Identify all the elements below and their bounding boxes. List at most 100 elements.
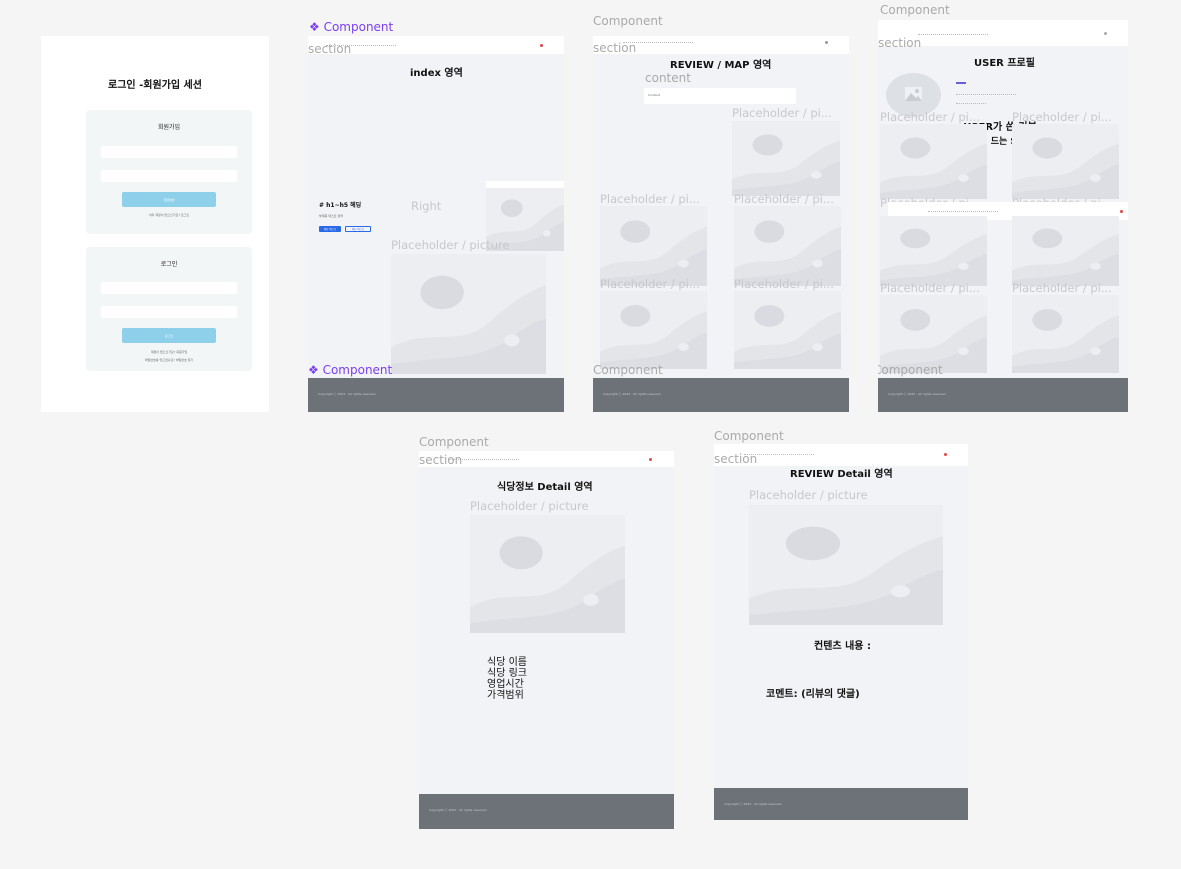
- pin-icon[interactable]: [649, 458, 652, 461]
- index-footer: Copyright ⓒ 2023 · All rights reserved: [308, 378, 564, 412]
- placeholder-image: [880, 295, 987, 373]
- login-field-1[interactable]: [101, 282, 237, 294]
- user-footer: Copyright ⓒ 2023 · All rights reserved: [878, 378, 1128, 412]
- index-frame: section index 영역 # h1~h5 헤딩 부제목 텍스트 영역 버…: [308, 36, 564, 412]
- pin-icon[interactable]: [540, 44, 543, 47]
- placeholder-image: [880, 124, 987, 199]
- placeholder-image: [734, 206, 841, 286]
- review-detail-title: REVIEW Detail 영역: [790, 469, 893, 480]
- footer-text: Copyright ⓒ 2023 · All rights reserved: [429, 808, 487, 812]
- review-map-footer: Copyright ⓒ 2023 · All rights reserved: [593, 378, 849, 412]
- placeholder-image: [880, 216, 987, 286]
- login-frame: 로그인 -회원가입 세션 회원가입 계정생성 이미 계정이 있으신가요? 로그인…: [41, 36, 269, 412]
- hero-heading: # h1~h5 헤딩: [319, 202, 362, 209]
- signup-note[interactable]: 이미 계정이 있으신가요? 로그인: [86, 213, 252, 217]
- login-field-2[interactable]: [101, 306, 237, 318]
- nav-links[interactable]: [928, 211, 998, 212]
- pin-icon[interactable]: [944, 453, 947, 456]
- signup-button-label: 계정생성: [163, 198, 175, 202]
- placeholder-label: Placeholder / pi...: [600, 277, 700, 291]
- user-title: USER 프로필: [974, 58, 1035, 69]
- placeholder-image: [391, 254, 546, 374]
- section-label: section: [419, 453, 463, 467]
- signup-field-1[interactable]: [101, 146, 237, 158]
- restaurant-info-name: 식당 이름: [487, 657, 527, 668]
- placeholder-label: Placeholder / pi...: [1012, 281, 1112, 295]
- user-frame: section USER 프로필 Placeholder / pi... Pla…: [878, 20, 1128, 412]
- review-detail-frame: section REVIEW Detail 영역 Placeholder / p…: [714, 444, 968, 820]
- login-card: 로그인 로그인 계정이 없으신가요? 회원가입 비밀번호를 잊으셨나요? 비밀번…: [86, 247, 252, 371]
- user-component-label: Component: [880, 3, 950, 17]
- hero-button-primary[interactable]: 버튼 텍스트: [319, 226, 341, 232]
- hero-button-secondary-label: 버튼 텍스트: [351, 228, 365, 231]
- footer-component-label: Component: [593, 363, 663, 377]
- placeholder-label: Placeholder / picture: [749, 488, 868, 502]
- pin-icon[interactable]: [825, 41, 828, 44]
- profile-lines: [956, 82, 1026, 104]
- pin-icon[interactable]: [1104, 32, 1107, 35]
- restaurant-title: 식당정보 Detail 영역: [497, 482, 593, 493]
- placeholder-image: [734, 291, 841, 369]
- nav-links[interactable]: [918, 34, 988, 35]
- placeholder-image: [1012, 216, 1119, 286]
- section-label: section: [308, 42, 352, 56]
- index-component-label: ❖ Component: [309, 20, 394, 34]
- login-frame-title: 로그인 -회원가입 세션: [108, 80, 202, 91]
- content-card[interactable]: Content: [644, 88, 796, 104]
- footer-component-label: Component: [878, 363, 943, 377]
- review-content-label: 컨텐츠 내용 :: [814, 641, 871, 652]
- right-label: Right: [411, 199, 442, 213]
- restaurant-info-link: 식당 링크: [487, 668, 527, 679]
- footer-text: Copyright ⓒ 2023 · All rights reserved: [318, 392, 376, 396]
- login-heading: 로그인: [160, 261, 178, 268]
- review-comment-label: 코멘트: (리뷰의 댓글): [766, 689, 860, 700]
- hero-subtext: 부제목 텍스트 영역: [319, 214, 343, 218]
- restaurant-info-price: 가격범위: [487, 690, 524, 701]
- placeholder-image: [600, 291, 707, 369]
- placeholder-label: Placeholder / pi...: [600, 192, 700, 206]
- section-label: section: [593, 41, 637, 55]
- placeholder-label: Placeholder / pi...: [734, 192, 834, 206]
- hero-button-primary-label: 버튼 텍스트: [323, 228, 337, 231]
- login-note-1[interactable]: 계정이 없으신가요? 회원가입: [86, 350, 252, 354]
- review-map-frame: section REVIEW / MAP 영역 content Content …: [593, 36, 849, 412]
- hero-button-secondary[interactable]: 버튼 텍스트: [345, 226, 371, 232]
- placeholder-image: [600, 206, 707, 286]
- review-map-component-label: Component: [593, 14, 663, 28]
- login-button-label: 로그인: [164, 334, 174, 338]
- small-card-header: [486, 181, 564, 188]
- content-label: content: [645, 71, 691, 85]
- placeholder-label: Placeholder / picture: [391, 238, 510, 252]
- placeholder-image: [1012, 295, 1119, 373]
- placeholder-label: Placeholder / picture: [470, 499, 589, 513]
- footer-text: Copyright ⓒ 2023 · All rights reserved: [603, 392, 661, 396]
- placeholder-label: Placeholder / pi...: [734, 277, 834, 291]
- section-label: section: [714, 452, 758, 466]
- login-button[interactable]: 로그인: [122, 328, 216, 343]
- signup-button[interactable]: 계정생성: [122, 192, 216, 207]
- index-title: index 영역: [410, 68, 463, 79]
- placeholder-label: Placeholder / pi...: [732, 106, 832, 120]
- review-detail-component-label: Component: [714, 429, 784, 443]
- placeholder-image: [732, 121, 840, 196]
- login-note-2[interactable]: 비밀번호를 잊으셨나요? 비밀번호 찾기: [86, 358, 252, 362]
- restaurant-component-label: Component: [419, 435, 489, 449]
- section-label: section: [878, 36, 922, 50]
- placeholder-label: Placeholder / pi...: [880, 281, 980, 295]
- footer-component-label: ❖ Component: [308, 363, 393, 377]
- content-card-text: Content: [648, 93, 660, 97]
- pin-icon[interactable]: [1120, 210, 1123, 213]
- image-icon: [905, 87, 922, 101]
- restaurant-detail-frame: section 식당정보 Detail 영역 Placeholder / pic…: [419, 451, 674, 829]
- restaurant-footer: Copyright ⓒ 2023 · All rights reserved: [419, 794, 674, 829]
- signup-card: 회원가입 계정생성 이미 계정이 있으신가요? 로그인: [86, 110, 252, 234]
- placeholder-image: [470, 515, 625, 633]
- footer-text: Copyright ⓒ 2023 · All rights reserved: [888, 392, 946, 396]
- signup-field-2[interactable]: [101, 170, 237, 182]
- review-detail-footer: Copyright ⓒ 2023 · All rights reserved: [714, 788, 968, 820]
- placeholder-image: [1012, 124, 1119, 199]
- footer-text: Copyright ⓒ 2023 · All rights reserved: [724, 802, 782, 806]
- restaurant-info-hours: 영업시간: [487, 679, 524, 690]
- placeholder-image: [749, 505, 943, 625]
- signup-heading: 회원가입: [157, 124, 181, 131]
